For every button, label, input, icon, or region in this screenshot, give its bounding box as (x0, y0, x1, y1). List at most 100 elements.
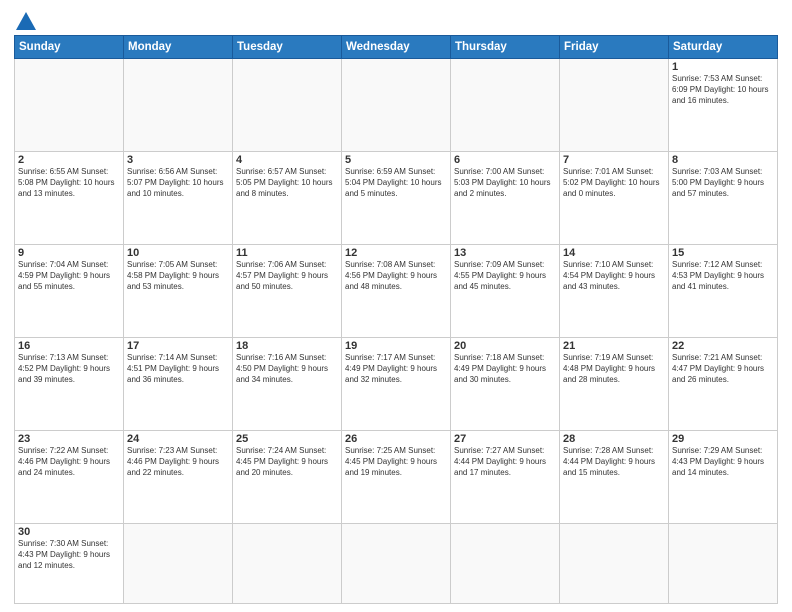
calendar-week-0: 1Sunrise: 7:53 AM Sunset: 6:09 PM Daylig… (15, 59, 778, 152)
calendar-cell: 8Sunrise: 7:03 AM Sunset: 5:00 PM Daylig… (669, 152, 778, 245)
day-info: Sunrise: 7:00 AM Sunset: 5:03 PM Dayligh… (454, 167, 556, 199)
day-info: Sunrise: 6:57 AM Sunset: 5:05 PM Dayligh… (236, 167, 338, 199)
calendar-week-3: 16Sunrise: 7:13 AM Sunset: 4:52 PM Dayli… (15, 338, 778, 431)
day-info: Sunrise: 7:29 AM Sunset: 4:43 PM Dayligh… (672, 446, 774, 478)
day-info: Sunrise: 7:08 AM Sunset: 4:56 PM Dayligh… (345, 260, 447, 292)
day-info: Sunrise: 7:24 AM Sunset: 4:45 PM Dayligh… (236, 446, 338, 478)
calendar-header-wednesday: Wednesday (342, 36, 451, 59)
calendar-cell: 4Sunrise: 6:57 AM Sunset: 5:05 PM Daylig… (233, 152, 342, 245)
calendar-cell: 9Sunrise: 7:04 AM Sunset: 4:59 PM Daylig… (15, 245, 124, 338)
page: SundayMondayTuesdayWednesdayThursdayFrid… (0, 0, 792, 612)
day-info: Sunrise: 7:16 AM Sunset: 4:50 PM Dayligh… (236, 353, 338, 385)
calendar-cell: 25Sunrise: 7:24 AM Sunset: 4:45 PM Dayli… (233, 431, 342, 524)
day-number: 27 (454, 433, 556, 445)
calendar-cell: 13Sunrise: 7:09 AM Sunset: 4:55 PM Dayli… (451, 245, 560, 338)
day-info: Sunrise: 7:17 AM Sunset: 4:49 PM Dayligh… (345, 353, 447, 385)
day-number: 22 (672, 340, 774, 352)
day-info: Sunrise: 6:56 AM Sunset: 5:07 PM Dayligh… (127, 167, 229, 199)
calendar-header-saturday: Saturday (669, 36, 778, 59)
calendar-header-tuesday: Tuesday (233, 36, 342, 59)
calendar-week-5: 30Sunrise: 7:30 AM Sunset: 4:43 PM Dayli… (15, 524, 778, 604)
day-info: Sunrise: 7:30 AM Sunset: 4:43 PM Dayligh… (18, 539, 120, 571)
day-number: 9 (18, 247, 120, 259)
calendar-cell (342, 59, 451, 152)
day-info: Sunrise: 7:19 AM Sunset: 4:48 PM Dayligh… (563, 353, 665, 385)
day-number: 21 (563, 340, 665, 352)
calendar-cell (233, 59, 342, 152)
calendar-cell: 26Sunrise: 7:25 AM Sunset: 4:45 PM Dayli… (342, 431, 451, 524)
day-info: Sunrise: 7:21 AM Sunset: 4:47 PM Dayligh… (672, 353, 774, 385)
calendar-cell: 19Sunrise: 7:17 AM Sunset: 4:49 PM Dayli… (342, 338, 451, 431)
calendar-header-row: SundayMondayTuesdayWednesdayThursdayFrid… (15, 36, 778, 59)
day-number: 28 (563, 433, 665, 445)
day-number: 4 (236, 154, 338, 166)
day-number: 30 (18, 526, 120, 538)
day-number: 17 (127, 340, 229, 352)
day-number: 18 (236, 340, 338, 352)
day-number: 3 (127, 154, 229, 166)
day-info: Sunrise: 7:23 AM Sunset: 4:46 PM Dayligh… (127, 446, 229, 478)
calendar-cell: 1Sunrise: 7:53 AM Sunset: 6:09 PM Daylig… (669, 59, 778, 152)
day-number: 15 (672, 247, 774, 259)
day-info: Sunrise: 7:09 AM Sunset: 4:55 PM Dayligh… (454, 260, 556, 292)
day-number: 10 (127, 247, 229, 259)
day-info: Sunrise: 7:27 AM Sunset: 4:44 PM Dayligh… (454, 446, 556, 478)
calendar-cell: 10Sunrise: 7:05 AM Sunset: 4:58 PM Dayli… (124, 245, 233, 338)
day-number: 1 (672, 61, 774, 73)
calendar-header-sunday: Sunday (15, 36, 124, 59)
calendar-cell (342, 524, 451, 604)
day-number: 6 (454, 154, 556, 166)
day-number: 19 (345, 340, 447, 352)
day-number: 25 (236, 433, 338, 445)
day-number: 16 (18, 340, 120, 352)
logo-triangle-icon (16, 12, 36, 30)
day-info: Sunrise: 7:53 AM Sunset: 6:09 PM Dayligh… (672, 74, 774, 106)
calendar-cell: 22Sunrise: 7:21 AM Sunset: 4:47 PM Dayli… (669, 338, 778, 431)
calendar-header-friday: Friday (560, 36, 669, 59)
logo-text (14, 12, 36, 31)
calendar-cell (451, 524, 560, 604)
calendar-cell: 2Sunrise: 6:55 AM Sunset: 5:08 PM Daylig… (15, 152, 124, 245)
calendar-cell (560, 59, 669, 152)
day-number: 24 (127, 433, 229, 445)
calendar-week-1: 2Sunrise: 6:55 AM Sunset: 5:08 PM Daylig… (15, 152, 778, 245)
calendar-cell: 29Sunrise: 7:29 AM Sunset: 4:43 PM Dayli… (669, 431, 778, 524)
calendar-cell: 15Sunrise: 7:12 AM Sunset: 4:53 PM Dayli… (669, 245, 778, 338)
day-number: 12 (345, 247, 447, 259)
day-info: Sunrise: 7:01 AM Sunset: 5:02 PM Dayligh… (563, 167, 665, 199)
calendar-cell: 18Sunrise: 7:16 AM Sunset: 4:50 PM Dayli… (233, 338, 342, 431)
calendar-cell (669, 524, 778, 604)
day-info: Sunrise: 7:28 AM Sunset: 4:44 PM Dayligh… (563, 446, 665, 478)
day-number: 20 (454, 340, 556, 352)
day-number: 7 (563, 154, 665, 166)
calendar-cell: 12Sunrise: 7:08 AM Sunset: 4:56 PM Dayli… (342, 245, 451, 338)
day-info: Sunrise: 7:13 AM Sunset: 4:52 PM Dayligh… (18, 353, 120, 385)
day-number: 29 (672, 433, 774, 445)
calendar-cell: 5Sunrise: 6:59 AM Sunset: 5:04 PM Daylig… (342, 152, 451, 245)
calendar-cell: 14Sunrise: 7:10 AM Sunset: 4:54 PM Dayli… (560, 245, 669, 338)
calendar-cell: 24Sunrise: 7:23 AM Sunset: 4:46 PM Dayli… (124, 431, 233, 524)
day-info: Sunrise: 6:59 AM Sunset: 5:04 PM Dayligh… (345, 167, 447, 199)
calendar-cell: 6Sunrise: 7:00 AM Sunset: 5:03 PM Daylig… (451, 152, 560, 245)
calendar-cell: 20Sunrise: 7:18 AM Sunset: 4:49 PM Dayli… (451, 338, 560, 431)
day-number: 8 (672, 154, 774, 166)
calendar-cell: 17Sunrise: 7:14 AM Sunset: 4:51 PM Dayli… (124, 338, 233, 431)
day-info: Sunrise: 6:55 AM Sunset: 5:08 PM Dayligh… (18, 167, 120, 199)
calendar-cell: 3Sunrise: 6:56 AM Sunset: 5:07 PM Daylig… (124, 152, 233, 245)
day-info: Sunrise: 7:22 AM Sunset: 4:46 PM Dayligh… (18, 446, 120, 478)
calendar-cell: 21Sunrise: 7:19 AM Sunset: 4:48 PM Dayli… (560, 338, 669, 431)
day-info: Sunrise: 7:18 AM Sunset: 4:49 PM Dayligh… (454, 353, 556, 385)
calendar-cell (560, 524, 669, 604)
day-number: 11 (236, 247, 338, 259)
day-info: Sunrise: 7:12 AM Sunset: 4:53 PM Dayligh… (672, 260, 774, 292)
calendar-cell: 30Sunrise: 7:30 AM Sunset: 4:43 PM Dayli… (15, 524, 124, 604)
day-number: 5 (345, 154, 447, 166)
day-number: 13 (454, 247, 556, 259)
day-number: 23 (18, 433, 120, 445)
calendar-cell (124, 59, 233, 152)
calendar-cell (15, 59, 124, 152)
calendar-cell: 27Sunrise: 7:27 AM Sunset: 4:44 PM Dayli… (451, 431, 560, 524)
day-info: Sunrise: 7:14 AM Sunset: 4:51 PM Dayligh… (127, 353, 229, 385)
calendar-week-2: 9Sunrise: 7:04 AM Sunset: 4:59 PM Daylig… (15, 245, 778, 338)
logo (14, 12, 36, 31)
